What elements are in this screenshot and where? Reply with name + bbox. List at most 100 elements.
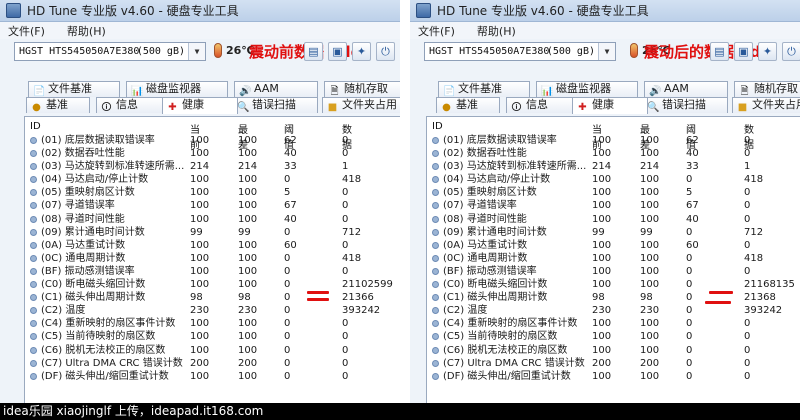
tab-row-bottom: ●基准 🛈信息 ✚健康 🔍错误扫描 ■文件夹占用 bbox=[436, 97, 800, 114]
tab-random-access[interactable]: 🗎 随机存取 bbox=[324, 81, 400, 97]
raw-data-value: 0 bbox=[342, 148, 349, 160]
options-icon[interactable]: ✦ bbox=[352, 42, 371, 61]
tab-file-benchmark[interactable]: 📄 文件基准 bbox=[438, 81, 530, 97]
title-bar: HD Tune 专业版 v4.60 - 硬盘专业工具 bbox=[0, 0, 400, 22]
tab-disk-monitor[interactable]: 📊 磁盘监视器 bbox=[126, 81, 228, 97]
menu-help[interactable]: 帮助(H) bbox=[477, 23, 516, 39]
current-value: 100 bbox=[592, 265, 612, 277]
current-value: 100 bbox=[190, 265, 210, 277]
worst-value: 100 bbox=[238, 318, 258, 330]
worst-value: 230 bbox=[238, 305, 258, 317]
menu-file[interactable]: 文件(F) bbox=[418, 23, 455, 39]
app-icon bbox=[416, 3, 431, 18]
raw-data-value: 0 bbox=[342, 344, 349, 356]
worst-value: 100 bbox=[640, 148, 660, 160]
threshold-value: 0 bbox=[284, 174, 291, 186]
current-value: 100 bbox=[190, 174, 210, 186]
threshold-value: 40 bbox=[284, 213, 297, 225]
copy-icon[interactable]: ▤ bbox=[304, 42, 323, 61]
tab-folder-usage[interactable]: ■文件夹占用 bbox=[322, 97, 400, 113]
chevron-down-icon[interactable]: ▼ bbox=[598, 43, 615, 60]
exit-icon[interactable]: ⏻ bbox=[782, 42, 800, 61]
health-cross-icon: ✚ bbox=[578, 102, 587, 113]
highlight-mark bbox=[709, 291, 733, 294]
drive-name: HGST HTS545050A7E380 bbox=[19, 46, 140, 57]
threshold-value: 40 bbox=[284, 148, 297, 160]
raw-data-value: 1 bbox=[744, 161, 751, 173]
current-value: 100 bbox=[592, 331, 612, 343]
tab-error-scan[interactable]: 🔍 错误扫描 bbox=[642, 97, 728, 113]
threshold-value: 0 bbox=[284, 344, 291, 356]
attribute-name: (C7) Ultra DMA CRC 错误计数 bbox=[443, 357, 585, 369]
current-value: 100 bbox=[190, 148, 210, 160]
raw-data-value: 393242 bbox=[342, 305, 381, 317]
worst-value: 100 bbox=[640, 213, 660, 225]
attribute-name: (09) 累计通电时间计数 bbox=[443, 226, 547, 238]
current-value: 100 bbox=[592, 344, 612, 356]
tab-error-scan[interactable]: 🔍 错误扫描 bbox=[232, 97, 318, 113]
attribute-name: (02) 数据吞吐性能 bbox=[41, 148, 125, 160]
worst-value: 100 bbox=[640, 279, 660, 291]
menu-help[interactable]: 帮助(H) bbox=[67, 23, 106, 39]
raw-data-value: 0 bbox=[744, 370, 751, 382]
tab-file-benchmark[interactable]: 📄 文件基准 bbox=[28, 81, 120, 97]
tab-health[interactable]: ✚ 健康 bbox=[162, 97, 238, 114]
tab-random-access[interactable]: 🗎 随机存取 bbox=[734, 81, 800, 97]
tab-benchmark[interactable]: ● 基准 bbox=[436, 97, 500, 113]
raw-data-value: 418 bbox=[342, 174, 362, 186]
tab-disk-monitor[interactable]: 📊 磁盘监视器 bbox=[536, 81, 638, 97]
raw-data-value: 0 bbox=[744, 135, 751, 146]
raw-data-value: 0 bbox=[744, 187, 751, 199]
current-value: 100 bbox=[190, 200, 210, 212]
benchmark-icon: ● bbox=[32, 102, 41, 113]
threshold-value: 0 bbox=[284, 252, 291, 264]
copy-icon[interactable]: ▤ bbox=[710, 42, 729, 61]
thermometer-icon bbox=[630, 43, 638, 58]
save-icon[interactable]: ▣ bbox=[328, 42, 347, 61]
menu-file[interactable]: 文件(F) bbox=[8, 23, 45, 39]
threshold-value: 5 bbox=[686, 187, 693, 199]
current-value: 230 bbox=[592, 305, 612, 317]
attribute-name: (0C) 通电周期计数 bbox=[443, 252, 528, 264]
worst-value: 100 bbox=[640, 265, 660, 277]
current-value: 100 bbox=[190, 213, 210, 225]
hdtune-window-after: HD Tune 专业版 v4.60 - 硬盘专业工具 文件(F) 帮助(H) H… bbox=[410, 0, 800, 403]
raw-data-value: 0 bbox=[342, 370, 349, 382]
col-id[interactable]: ID bbox=[30, 121, 41, 132]
worst-value: 214 bbox=[238, 161, 258, 173]
worst-value: 100 bbox=[238, 213, 258, 225]
tab-benchmark[interactable]: ● 基准 bbox=[26, 97, 90, 113]
tab-health[interactable]: ✚ 健康 bbox=[572, 97, 648, 114]
exit-icon[interactable]: ⏻ bbox=[376, 42, 395, 61]
tab-info[interactable]: 🛈 信息 bbox=[96, 97, 170, 113]
current-value: 100 bbox=[190, 331, 210, 343]
current-value: 200 bbox=[190, 357, 210, 369]
current-value: 100 bbox=[592, 200, 612, 212]
health-panel: ID 当前 最差 阈值 数据 (01) 底层数据读取错误率 100 100 62 0 (0… bbox=[24, 116, 400, 403]
tab-folder-usage[interactable]: ■文件夹占用 bbox=[732, 97, 800, 113]
tab-aam[interactable]: 🔊 AAM bbox=[644, 81, 728, 97]
divider bbox=[400, 0, 410, 403]
worst-value: 100 bbox=[238, 265, 258, 277]
worst-value: 200 bbox=[238, 357, 258, 369]
drive-select[interactable]: HGST HTS545050A7E380 (500 gB) ▼ bbox=[14, 42, 206, 61]
raw-data-value: 0 bbox=[744, 239, 751, 251]
tab-info[interactable]: 🛈 信息 bbox=[506, 97, 580, 113]
threshold-value: 0 bbox=[686, 279, 693, 291]
threshold-value: 0 bbox=[686, 226, 693, 238]
threshold-value: 62 bbox=[284, 135, 297, 146]
raw-data-value: 21368 bbox=[744, 292, 776, 304]
col-id[interactable]: ID bbox=[432, 121, 443, 132]
save-icon[interactable]: ▣ bbox=[734, 42, 753, 61]
worst-value: 100 bbox=[640, 135, 660, 146]
drive-select[interactable]: HGST HTS545050A7E380 (500 gB) ▼ bbox=[424, 42, 616, 61]
random-access-icon: 🗎 bbox=[330, 86, 339, 97]
worst-value: 100 bbox=[640, 200, 660, 212]
threshold-value: 67 bbox=[284, 200, 297, 212]
chevron-down-icon[interactable]: ▼ bbox=[188, 43, 205, 60]
raw-data-value: 0 bbox=[342, 239, 349, 251]
threshold-value: 0 bbox=[686, 331, 693, 343]
tab-aam[interactable]: 🔊 AAM bbox=[234, 81, 318, 97]
worst-value: 230 bbox=[640, 305, 660, 317]
options-icon[interactable]: ✦ bbox=[758, 42, 777, 61]
